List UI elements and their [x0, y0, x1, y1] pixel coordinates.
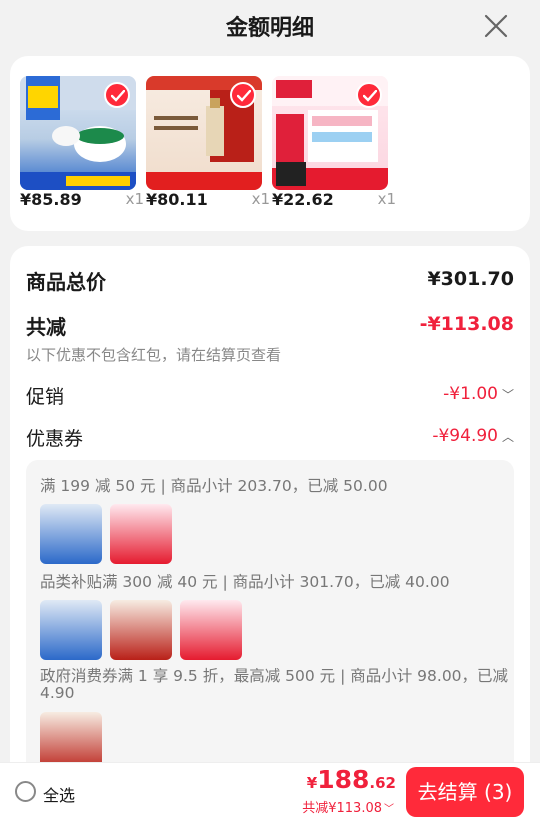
coupon-line: 满 199 减 50 元 | 商品小计 203.70，已减 50.00	[40, 477, 388, 495]
coupon-product-thumb	[110, 600, 172, 660]
product-image	[146, 76, 262, 190]
product-image	[20, 76, 136, 190]
amount-integer: 188	[317, 765, 370, 794]
product-item[interactable]: ¥22.62 x1	[272, 76, 396, 209]
chevron-down-icon: ﹀	[384, 804, 394, 815]
coupon-product-thumb	[40, 504, 102, 564]
price-detail-card: 商品总价 ¥301.70 共减 -¥113.08 以下优惠不包含红包，请在结算页…	[10, 246, 530, 820]
discount-value: -¥113.08	[419, 313, 514, 335]
product-quantity: x1	[125, 190, 144, 208]
product-price: ¥80.11	[146, 190, 208, 209]
promo-row-toggle[interactable]: -¥1.00 ﹀	[443, 384, 514, 404]
product-price: ¥85.89	[20, 190, 82, 209]
checkbox-checked[interactable]	[104, 82, 130, 108]
coupon-line: 品类补贴满 300 减 40 元 | 商品小计 301.70，已减 40.00	[40, 573, 450, 591]
coupon-label: 优惠券	[26, 428, 84, 450]
product-quantity: x1	[377, 190, 396, 208]
amount-decimal: .62	[369, 774, 396, 792]
select-all-radio[interactable]	[15, 781, 36, 802]
coupon-product-thumb	[40, 600, 102, 660]
product-item[interactable]: ¥85.89 x1	[20, 76, 144, 209]
promo-value: -¥1.00	[443, 384, 498, 404]
product-price: ¥22.62	[272, 190, 334, 209]
close-icon[interactable]	[482, 12, 510, 40]
check-icon	[237, 90, 251, 102]
coupon-line-continued: 4.90	[40, 684, 75, 702]
chevron-up-icon: ︿	[501, 430, 514, 444]
coupon-breakdown: 满 199 减 50 元 | 商品小计 203.70，已减 50.00 品类补贴…	[26, 460, 514, 800]
total-payable: ¥188.62	[307, 765, 396, 794]
product-image	[272, 76, 388, 190]
coupon-value: -¥94.90	[432, 426, 498, 446]
select-all-label[interactable]: 全选	[43, 782, 75, 806]
currency-symbol: ¥	[306, 774, 318, 792]
discount-label: 共减	[26, 315, 66, 339]
coupon-product-thumb	[180, 600, 242, 660]
saved-amount: 共减¥113.08	[302, 801, 382, 816]
saved-amount-toggle[interactable]: 共减¥113.08 ﹀	[302, 797, 394, 816]
product-quantity: x1	[251, 190, 270, 208]
header: 金额明细	[0, 0, 540, 52]
coupon-row-toggle[interactable]: -¥94.90 ︿	[432, 426, 514, 446]
checkout-bar: 全选 ¥188.62 共减¥113.08 ﹀ 去结算 (3)	[0, 762, 540, 820]
checkbox-checked[interactable]	[356, 82, 382, 108]
product-list: ¥85.89 x1 ¥80.11 x1 ¥22.62 x1	[10, 56, 530, 231]
checkout-button[interactable]: 去结算 (3)	[406, 767, 524, 817]
total-label: 商品总价	[26, 270, 106, 294]
coupon-line: 政府消费券满 1 享 9.5 折，最高减 500 元 | 商品小计 98.00，…	[40, 667, 509, 685]
check-icon	[363, 90, 377, 102]
checkbox-checked[interactable]	[230, 82, 256, 108]
page-title: 金额明细	[225, 16, 314, 41]
chevron-down-icon: ﹀	[501, 388, 514, 402]
promo-label: 促销	[26, 386, 65, 408]
total-value: ¥301.70	[427, 268, 514, 290]
check-icon	[111, 90, 125, 102]
discount-note: 以下优惠不包含红包，请在结算页查看	[26, 346, 282, 364]
coupon-product-thumb	[110, 504, 172, 564]
product-item[interactable]: ¥80.11 x1	[146, 76, 270, 209]
